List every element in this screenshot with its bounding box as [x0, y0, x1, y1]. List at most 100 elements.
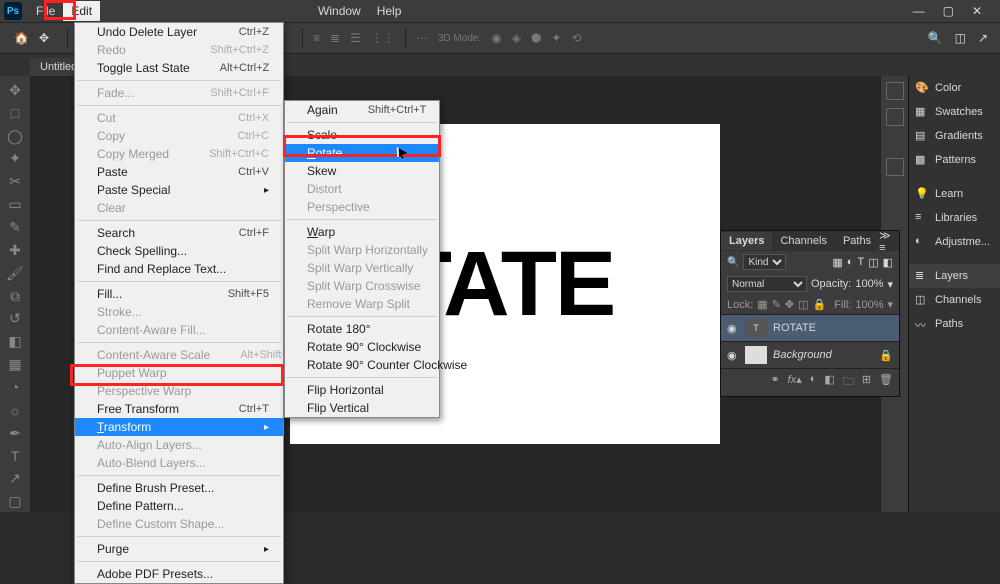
menu-item[interactable]: Puppet Warp	[75, 364, 283, 382]
distribute-icon[interactable]: ⋮⋮	[371, 31, 395, 45]
menu-item[interactable]: Rotate 90° Clockwise	[285, 338, 439, 356]
menu-item[interactable]: Perspective Warp	[75, 382, 283, 400]
menu-item[interactable]: Rotate 90° Counter Clockwise	[285, 356, 439, 374]
more-icon[interactable]: ⋯	[416, 31, 428, 45]
share-icon[interactable]: ↗	[978, 31, 988, 45]
window-maximize[interactable]: ▢	[943, 4, 954, 18]
layer-name[interactable]: Background	[773, 349, 832, 361]
menu-item[interactable]: Rotate 180°	[285, 320, 439, 338]
menu-item[interactable]: Flip Horizontal	[285, 381, 439, 399]
lock-icon[interactable]: ✥	[785, 298, 794, 311]
brush-tool[interactable]: 🖌	[4, 263, 26, 284]
menu-item[interactable]: Adobe PDF Presets...	[75, 565, 283, 583]
menu-item[interactable]: Check Spelling...	[75, 242, 283, 260]
menu-item[interactable]: Auto-Blend Layers...	[75, 454, 283, 472]
stamp-tool[interactable]: ⧉	[4, 286, 26, 307]
fill-value[interactable]: 100%	[855, 299, 883, 311]
lock-icon[interactable]: ✎	[772, 298, 781, 311]
menu-item[interactable]: Paste Special▸	[75, 181, 283, 199]
eraser-tool[interactable]: ◧	[4, 331, 26, 352]
menu-item[interactable]: Auto-Align Layers...	[75, 436, 283, 454]
gradient-tool[interactable]: ▦	[4, 354, 26, 375]
eyedropper-tool[interactable]: ✎	[4, 217, 26, 238]
menu-item[interactable]: Perspective	[285, 198, 439, 216]
layer-mask-icon[interactable]: ◐	[810, 373, 817, 392]
delete-layer-icon[interactable]: 🗑	[879, 373, 893, 392]
menu-item[interactable]: PasteCtrl+V	[75, 163, 283, 181]
menu-item[interactable]: RedoShift+Ctrl+Z	[75, 41, 283, 59]
history-brush-tool[interactable]: ↺	[4, 308, 26, 329]
menu-file[interactable]: File	[28, 1, 63, 21]
lasso-tool[interactable]: ◯	[4, 126, 26, 147]
panel-layers[interactable]: ≣Layers	[909, 264, 1000, 288]
menu-item[interactable]: Define Brush Preset...	[75, 479, 283, 497]
layer-fx-icon[interactable]: fx▴	[788, 373, 802, 392]
menu-item[interactable]: Rotate	[285, 144, 439, 162]
channels-tab[interactable]: Channels	[772, 232, 834, 250]
menu-item[interactable]: Content-Aware ScaleAlt+Shift+Ctrl+C	[75, 346, 283, 364]
path-tool[interactable]: ↗	[4, 468, 26, 489]
menu-item[interactable]: Purge▸	[75, 540, 283, 558]
menu-item[interactable]: Copy MergedShift+Ctrl+C	[75, 145, 283, 163]
new-fill-icon[interactable]: ◧	[824, 373, 834, 392]
layer-item[interactable]: ◉ Background 🔒	[721, 341, 899, 368]
menu-item[interactable]: Stroke...	[75, 303, 283, 321]
menu-item[interactable]: Scale	[285, 126, 439, 144]
move-tool-icon[interactable]: ✥	[39, 31, 49, 45]
distribute-icon[interactable]: ☰	[350, 31, 361, 45]
filter-icon[interactable]: ◫	[868, 256, 878, 269]
blur-tool[interactable]: ◔	[4, 377, 26, 398]
layer-name[interactable]: ROTATE	[773, 322, 816, 334]
menu-item[interactable]: CopyCtrl+C	[75, 127, 283, 145]
menu-help[interactable]: Help	[369, 1, 410, 21]
filter-icon[interactable]: T	[857, 256, 864, 268]
link-layers-icon[interactable]: ⚭	[770, 373, 779, 392]
lock-icon[interactable]: 🔒	[813, 298, 827, 311]
menu-item[interactable]: Undo Delete LayerCtrl+Z	[75, 23, 283, 41]
visibility-icon[interactable]: ◉	[727, 349, 739, 362]
panel-icon[interactable]	[886, 82, 904, 100]
home-icon[interactable]: 🏠	[14, 31, 29, 45]
workspace-icon[interactable]: ◫	[955, 31, 966, 45]
menu-item[interactable]: Split Warp Vertically	[285, 259, 439, 277]
3d-icon[interactable]: ◉	[491, 31, 501, 45]
kind-select[interactable]: Kind	[743, 254, 786, 270]
blend-mode-select[interactable]: Normal	[727, 276, 807, 292]
3d-icon[interactable]: ✦	[551, 31, 561, 45]
new-layer-icon[interactable]: ⊞	[862, 373, 871, 392]
menu-item[interactable]: CutCtrl+X	[75, 109, 283, 127]
layers-tab[interactable]: Layers	[721, 232, 772, 250]
menu-item[interactable]: Define Custom Shape...	[75, 515, 283, 533]
move-tool[interactable]: ✥	[4, 80, 26, 101]
filter-icon[interactable]: ▦	[832, 256, 842, 269]
search-icon[interactable]: 🔍	[928, 31, 943, 45]
menu-item[interactable]: Content-Aware Fill...	[75, 321, 283, 339]
3d-icon[interactable]: ⬢	[531, 31, 541, 45]
panel-patterns[interactable]: ▩Patterns	[909, 148, 1000, 172]
align-icon[interactable]: ≣	[330, 31, 340, 45]
panel-color[interactable]: 🎨Color	[909, 76, 1000, 100]
shape-tool[interactable]: ▢	[4, 491, 26, 512]
panel-learn[interactable]: 💡Learn	[909, 182, 1000, 206]
menu-item[interactable]: Find and Replace Text...	[75, 260, 283, 278]
window-minimize[interactable]: —	[913, 4, 925, 18]
menu-item[interactable]: Fade...Shift+Ctrl+F	[75, 84, 283, 102]
wand-tool[interactable]: ✦	[4, 149, 26, 170]
opacity-value[interactable]: 100%	[855, 278, 883, 290]
menu-item[interactable]: Transform▸	[75, 418, 283, 436]
panel-libraries[interactable]: ≡Libraries	[909, 206, 1000, 230]
menu-item[interactable]: Distort	[285, 180, 439, 198]
filter-icon[interactable]: ◧	[883, 256, 893, 269]
panel-menu-icon[interactable]: ≫ ≡	[879, 229, 899, 254]
menu-item[interactable]: Split Warp Horizontally	[285, 241, 439, 259]
lock-icon[interactable]: ◫	[798, 298, 808, 311]
frame-tool[interactable]: ▭	[4, 194, 26, 215]
pen-tool[interactable]: ✒	[4, 423, 26, 444]
menu-item[interactable]: Warp	[285, 223, 439, 241]
panel-icon[interactable]	[886, 158, 904, 176]
3d-icon[interactable]: ⟲	[571, 31, 581, 45]
window-close[interactable]: ✕	[972, 4, 982, 18]
type-tool[interactable]: T	[4, 446, 26, 467]
dodge-tool[interactable]: ☼	[4, 400, 26, 421]
crop-tool[interactable]: ✂	[4, 171, 26, 192]
